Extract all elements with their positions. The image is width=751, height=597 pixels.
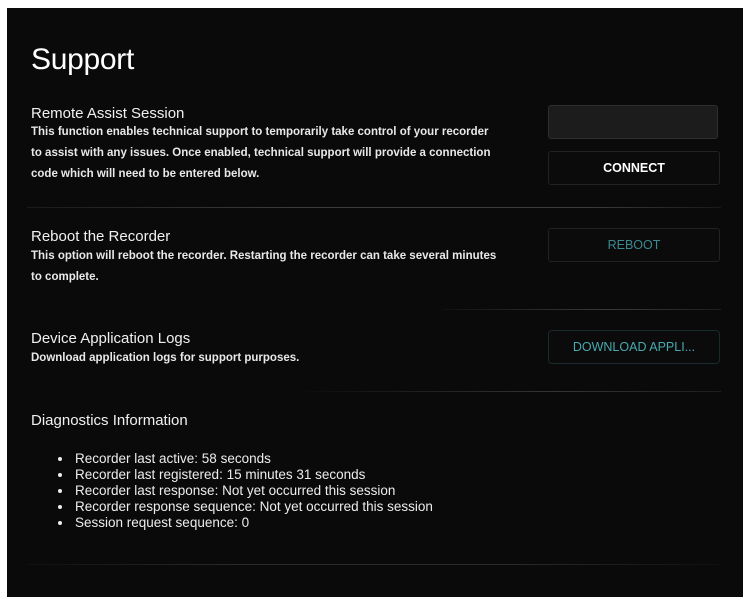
logs-description: Download application logs for support pu… (31, 352, 300, 364)
diagnostics-item: Recorder last active: 58 seconds (73, 451, 433, 467)
diagnostics-item: Recorder last registered: 15 minutes 31 … (73, 467, 433, 483)
reboot-button[interactable]: REBOOT (548, 228, 720, 262)
section-divider (27, 207, 721, 208)
download-logs-button[interactable]: DOWNLOAD APPLI... (548, 330, 720, 364)
diagnostics-item: Recorder last response: Not yet occurred… (73, 483, 433, 499)
connection-code-input[interactable] (548, 105, 718, 139)
reboot-heading: Reboot the Recorder (31, 228, 171, 245)
section-divider (442, 309, 721, 310)
diagnostics-list: Recorder last active: 58 seconds Recorde… (55, 451, 433, 531)
diagnostics-heading: Diagnostics Information (31, 412, 188, 429)
section-divider (307, 391, 721, 392)
logs-heading: Device Application Logs (31, 330, 191, 347)
reboot-description: This option will reboot the recorder. Re… (31, 250, 497, 283)
remote-assist-heading: Remote Assist Session (31, 105, 185, 122)
connect-button[interactable]: CONNECT (548, 151, 720, 185)
remote-assist-description: This function enables technical support … (31, 126, 491, 180)
section-divider (27, 564, 721, 565)
support-panel: Support Remote Assist Session This funct… (7, 8, 743, 597)
page-title: Support (31, 43, 134, 76)
diagnostics-item: Session request sequence: 0 (73, 515, 433, 531)
diagnostics-item: Recorder response sequence: Not yet occu… (73, 499, 433, 515)
